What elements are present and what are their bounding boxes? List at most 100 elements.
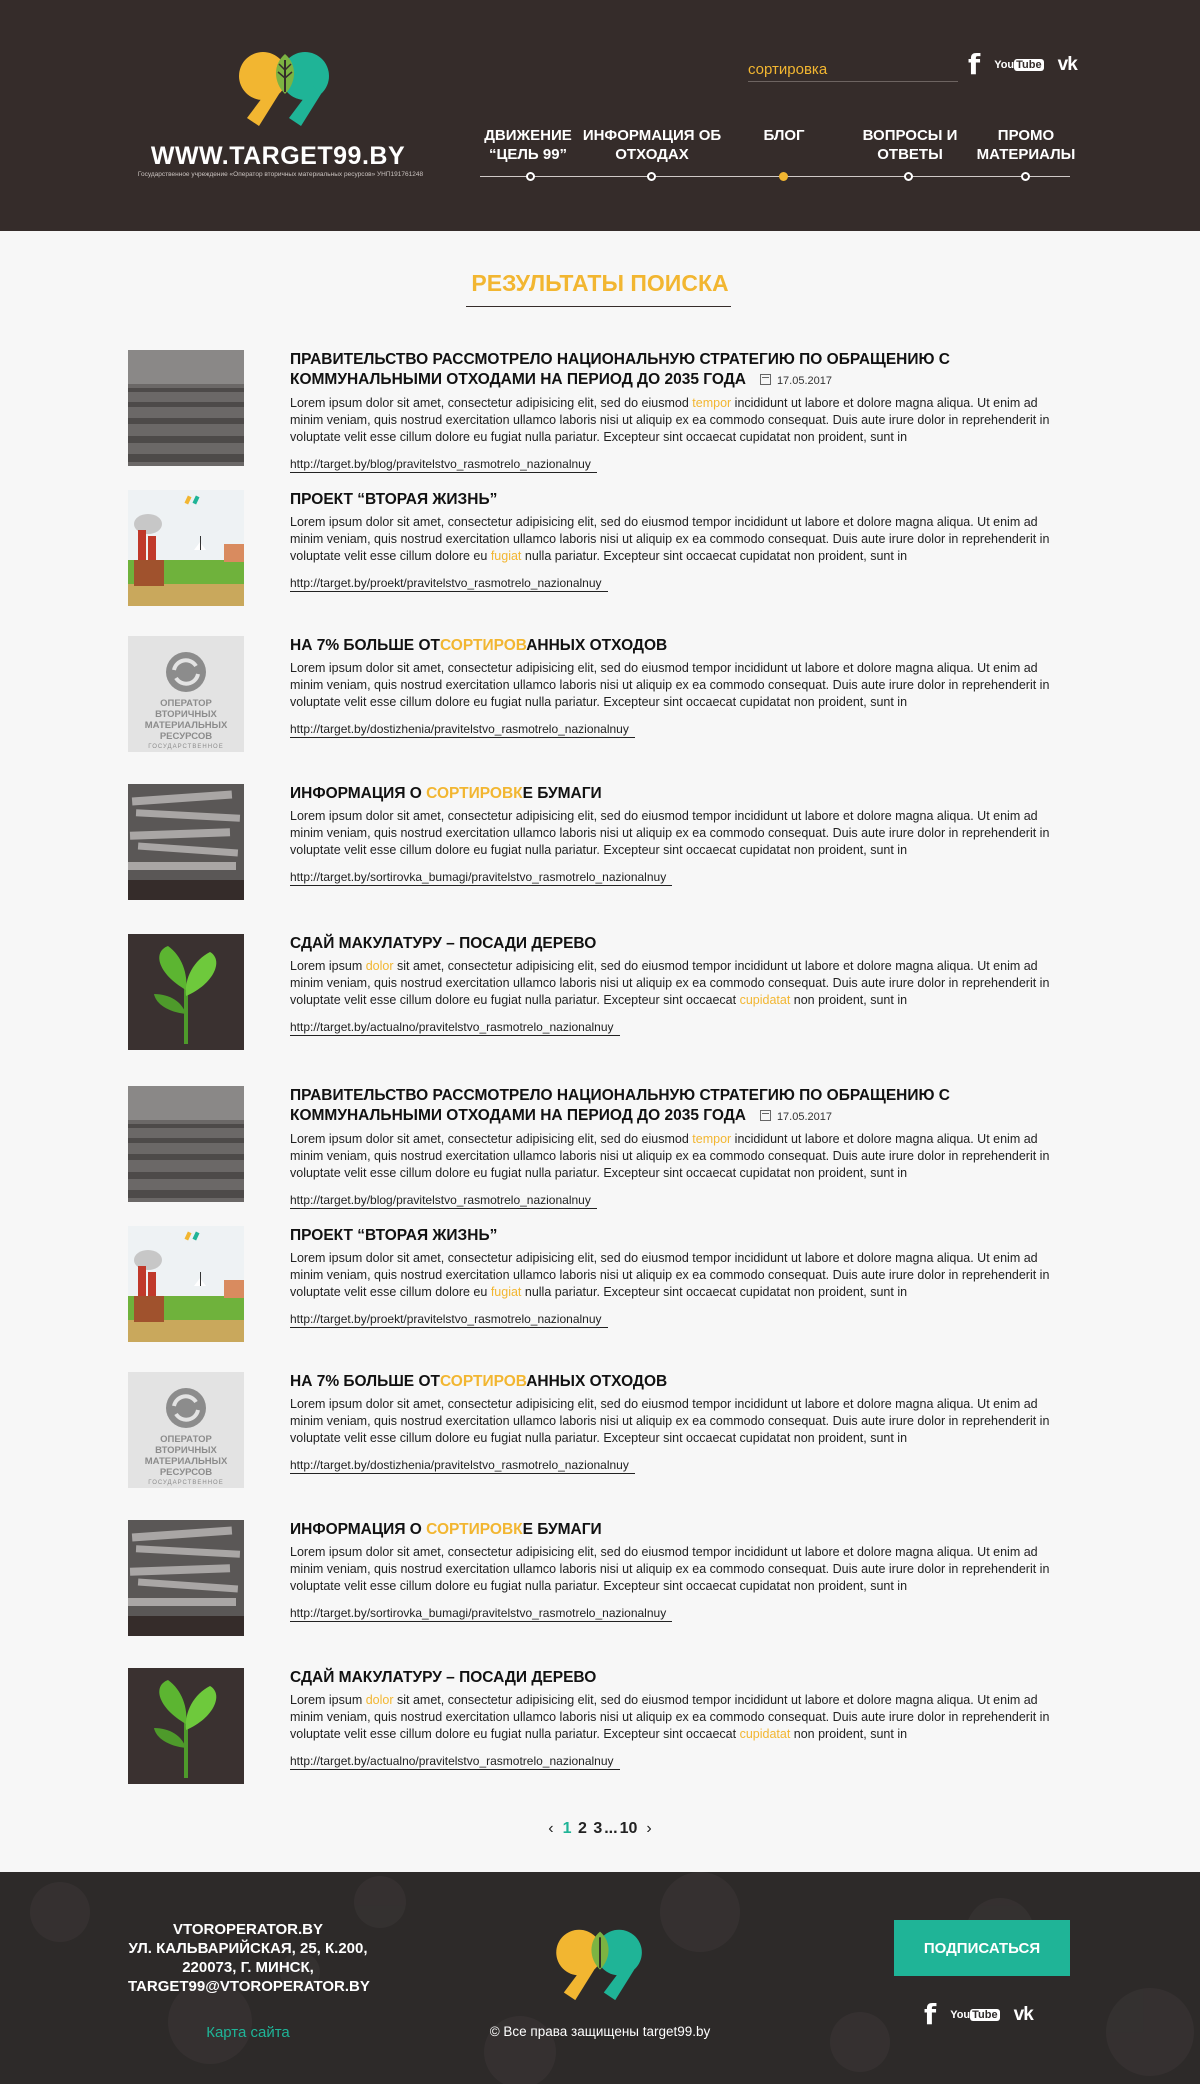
operator-text: МАТЕРИАЛЬНЫХ РЕСУРСОВ — [144, 1456, 228, 1478]
calendar-icon — [759, 374, 771, 385]
excerpt-highlight: fugiat — [490, 549, 522, 563]
nav-dot-active[interactable] — [779, 172, 788, 181]
facebook-icon[interactable]: f — [924, 1998, 936, 2031]
nav-item-movement[interactable]: ДВИЖЕНИЕ “ЦЕЛЬ 99” — [458, 126, 598, 164]
footer-email[interactable]: TARGET99@VTOROPERATOR.BY — [128, 1977, 370, 1996]
excerpt-highlight: dolor — [365, 959, 394, 973]
excerpt-text: Lorem ipsum dolor sit amet, consectetur … — [290, 1397, 1050, 1445]
result-title[interactable]: ПРАВИТЕЛЬСТВО РАССМОТРЕЛО НАЦИОНАЛЬНУЮ С… — [290, 1086, 1074, 1127]
search-result-item: ИНФОРМАЦИЯ О СОРТИРОВКЕ БУМАГИ Lorem ipsu… — [128, 1520, 1074, 1638]
page-link[interactable]: 3 — [593, 1820, 602, 1838]
result-thumbnail[interactable] — [128, 1086, 244, 1202]
result-title[interactable]: ПРОЕКТ “ВТОРАЯ ЖИЗНЬ” — [290, 490, 1074, 510]
result-thumbnail[interactable] — [128, 1520, 244, 1636]
result-title-highlight: СОРТИРОВ — [439, 637, 527, 654]
youtube-you-text: You — [994, 58, 1015, 71]
result-url-link[interactable]: http://target.by/actualno/pravitelstvo_r… — [290, 1754, 620, 1770]
target99-logo[interactable] — [237, 46, 333, 128]
result-thumbnail[interactable] — [128, 350, 244, 466]
result-excerpt: Lorem ipsum dolor sit amet, consectetur … — [290, 1692, 1074, 1743]
youtube-you-text: You — [950, 2008, 971, 2021]
sitemap-link[interactable]: Карта сайта — [128, 2024, 368, 2041]
vk-icon[interactable]: vk — [1014, 2004, 1034, 2026]
result-title-highlight: СОРТИРОВК — [426, 785, 523, 802]
result-content: СДАЙ МАКУЛАТУРУ – ПОСАДИ ДЕРЕВО Lorem ips… — [290, 934, 1074, 1036]
excerpt-text: sit amet, consectetur adipisicing elit, … — [290, 1693, 1050, 1741]
nav-dot[interactable] — [1021, 172, 1030, 181]
facebook-icon[interactable]: f — [968, 48, 980, 81]
operator-text: ГОСУДАРСТВЕННОЕ УЧРЕЖДЕНИЕ — [148, 1480, 224, 1486]
result-title[interactable]: НА 7% БОЛЬШЕ ОТСОРТИРОВАННЫХ ОТХОДОВ — [290, 636, 1074, 656]
prev-page-button[interactable]: ‹ — [548, 1820, 553, 1838]
result-title-text: ПРАВИТЕЛЬСТВО РАССМОТРЕЛО НАЦИОНАЛЬНУЮ С… — [290, 351, 950, 388]
footer-logo[interactable] — [554, 1924, 646, 2002]
result-thumbnail[interactable] — [128, 1226, 244, 1342]
result-title-text: АННЫХ ОТХОДОВ — [526, 637, 668, 654]
result-url-link[interactable]: http://target.by/actualno/pravitelstvo_r… — [290, 1020, 620, 1036]
result-title[interactable]: ПРОЕКТ “ВТОРАЯ ЖИЗНЬ” — [290, 1226, 1074, 1246]
youtube-tube-text: Tube — [970, 2008, 1000, 2021]
search-input[interactable] — [748, 58, 958, 80]
result-url-link[interactable]: http://target.by/sortirovka_bumagi/pravi… — [290, 1606, 673, 1622]
nav-dot[interactable] — [904, 172, 913, 181]
subscribe-button[interactable]: ПОДПИСАТЬСЯ — [894, 1920, 1070, 1976]
excerpt-text: Lorem ipsum — [290, 1693, 366, 1707]
search-result-item: СДАЙ МАКУЛАТУРУ – ПОСАДИ ДЕРЕВО Lorem ips… — [128, 934, 1074, 1052]
youtube-icon[interactable]: You Tube — [994, 58, 1044, 71]
result-url-link[interactable]: http://target.by/dostizhenia/pravitelstv… — [290, 722, 635, 738]
result-title-text: ПРАВИТЕЛЬСТВО РАССМОТРЕЛО НАЦИОНАЛЬНУЮ С… — [290, 1087, 950, 1124]
result-thumbnail[interactable]: ОПЕРАТОР ВТОРИЧНЫХ МАТЕРИАЛЬНЫХ РЕСУРСОВ Г… — [128, 1372, 244, 1488]
vk-icon[interactable]: vk — [1058, 54, 1078, 76]
result-title-text: АННЫХ ОТХОДОВ — [526, 1373, 668, 1390]
excerpt-text: Lorem ipsum dolor sit amet, consectetur … — [290, 809, 1050, 857]
result-title[interactable]: ПРАВИТЕЛЬСТВО РАССМОТРЕЛО НАЦИОНАЛЬНУЮ С… — [290, 350, 1074, 391]
result-title[interactable]: ИНФОРМАЦИЯ О СОРТИРОВКЕ БУМАГИ — [290, 784, 1074, 804]
excerpt-highlight: cupidatat — [739, 993, 791, 1007]
nav-item-promo[interactable]: ПРОМО МАТЕРИАЛЫ — [956, 126, 1096, 164]
footer-address-line: 220073, Г. МИНСК, — [182, 1959, 314, 1976]
pagination: ‹ 1 2 3... 10 › — [0, 1820, 1200, 1838]
nav-dot[interactable] — [526, 172, 535, 181]
youtube-tube-text: Tube — [1014, 58, 1044, 71]
result-title[interactable]: СДАЙ МАКУЛАТУРУ – ПОСАДИ ДЕРЕВО — [290, 934, 1074, 954]
page-link-last[interactable]: 10 — [620, 1820, 638, 1838]
excerpt-text: non proident, sunt in — [790, 993, 908, 1007]
page-link-current[interactable]: 1 — [563, 1820, 572, 1838]
result-url-link[interactable]: http://target.by/proekt/pravitelstvo_ras… — [290, 1312, 608, 1328]
search-box — [748, 58, 958, 82]
result-url-link[interactable]: http://target.by/dostizhenia/pravitelstv… — [290, 1458, 635, 1474]
search-result-item: ПРАВИТЕЛЬСТВО РАССМОТРЕЛО НАЦИОНАЛЬНУЮ С… — [128, 1086, 1074, 1209]
header-social-links: f You Tube vk — [968, 48, 1091, 81]
site-header: WWW.TARGET99.BY Государственное учрежден… — [0, 0, 1200, 231]
result-url-link[interactable]: http://target.by/blog/pravitelstvo_rasmo… — [290, 457, 597, 473]
next-page-button[interactable]: › — [646, 1820, 651, 1838]
nav-dot[interactable] — [647, 172, 656, 181]
result-url-link[interactable]: http://target.by/sortirovka_bumagi/pravi… — [290, 870, 673, 886]
result-title-text: Е БУМАГИ — [522, 1521, 602, 1538]
page-link[interactable]: 2 — [578, 1820, 587, 1838]
nav-label: ДВИЖЕНИЕ — [484, 127, 572, 144]
result-title-text: НА 7% БОЛЬШЕ ОТ — [290, 1373, 440, 1390]
excerpt-text: nulla pariatur. Excepteur sint occaecat … — [521, 549, 908, 563]
result-thumbnail[interactable] — [128, 934, 244, 1050]
result-title[interactable]: ИНФОРМАЦИЯ О СОРТИРОВКЕ БУМАГИ — [290, 1520, 1074, 1540]
result-title[interactable]: СДАЙ МАКУЛАТУРУ – ПОСАДИ ДЕРЕВО — [290, 1668, 1074, 1688]
nav-label: “ЦЕЛЬ 99” — [488, 146, 568, 163]
result-content: НА 7% БОЛЬШЕ ОТСОРТИРОВАННЫХ ОТХОДОВ Lore… — [290, 1372, 1074, 1474]
result-title[interactable]: НА 7% БОЛЬШЕ ОТСОРТИРОВАННЫХ ОТХОДОВ — [290, 1372, 1074, 1392]
result-thumbnail[interactable] — [128, 784, 244, 900]
youtube-icon[interactable]: You Tube — [950, 2008, 1000, 2021]
result-url-link[interactable]: http://target.by/proekt/pravitelstvo_ras… — [290, 576, 608, 592]
copyright: © Все права защищены target99.by — [489, 2024, 711, 2039]
operator-text: ГОСУДАРСТВЕННОЕ УЧРЕЖДЕНИЕ — [148, 744, 224, 750]
nav-item-blog[interactable]: БЛОГ — [714, 126, 854, 145]
nav-label: МАТЕРИАЛЫ — [976, 146, 1076, 163]
result-excerpt: Lorem ipsum dolor sit amet, consectetur … — [290, 808, 1074, 859]
result-title-text: Е БУМАГИ — [522, 785, 602, 802]
result-thumbnail[interactable] — [128, 1668, 244, 1784]
nav-item-waste-info[interactable]: ИНФОРМАЦИЯ ОБ ОТХОДАХ — [582, 126, 722, 164]
result-thumbnail[interactable] — [128, 490, 244, 606]
result-thumbnail[interactable]: ОПЕРАТОР ВТОРИЧНЫХ МАТЕРИАЛЬНЫХ РЕСУРСОВ Г… — [128, 636, 244, 752]
result-url-link[interactable]: http://target.by/blog/pravitelstvo_rasmo… — [290, 1193, 597, 1209]
nav-track — [480, 176, 1070, 177]
